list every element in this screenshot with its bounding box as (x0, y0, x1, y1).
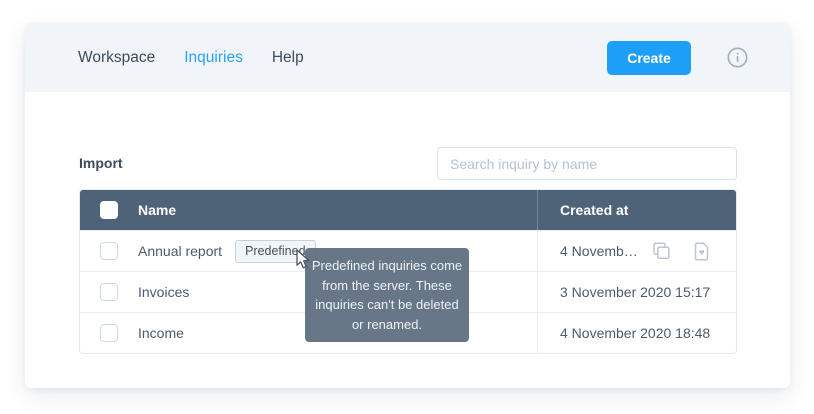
inquiry-name: Invoices (138, 284, 189, 300)
app-card: Workspace Inquiries Help Create Import N… (25, 23, 790, 388)
section-title-import: Import (79, 155, 123, 171)
search-input[interactable] (437, 147, 737, 180)
inquiry-name: Annual report (138, 243, 222, 259)
row-checkbox[interactable] (100, 242, 118, 260)
copy-icon[interactable] (652, 242, 671, 261)
info-icon[interactable] (727, 47, 748, 68)
create-button[interactable]: Create (607, 41, 691, 75)
inquiry-name: Income (138, 325, 184, 341)
created-at-value: 4 Novemb… (560, 243, 638, 259)
main-nav: Workspace Inquiries Help (78, 49, 304, 67)
nav-item-help[interactable]: Help (272, 49, 304, 67)
row-checkbox[interactable] (100, 283, 118, 301)
nav-item-workspace[interactable]: Workspace (78, 49, 155, 67)
predefined-tooltip: Predefined inquiries come from the serve… (305, 248, 469, 342)
top-navigation-bar: Workspace Inquiries Help Create (25, 23, 790, 92)
table-header-row: Name Created at (80, 190, 736, 230)
row-checkbox[interactable] (100, 324, 118, 342)
select-all-checkbox[interactable] (100, 201, 118, 219)
created-at-value: 3 November 2020 15:17 (560, 284, 710, 300)
nav-item-inquiries[interactable]: Inquiries (184, 49, 243, 67)
column-header-created-at: Created at (560, 202, 628, 218)
column-header-name: Name (138, 202, 176, 218)
created-at-value: 4 November 2020 18:48 (560, 325, 710, 341)
file-export-icon[interactable] (693, 242, 710, 261)
predefined-badge[interactable]: Predefined (235, 240, 315, 263)
